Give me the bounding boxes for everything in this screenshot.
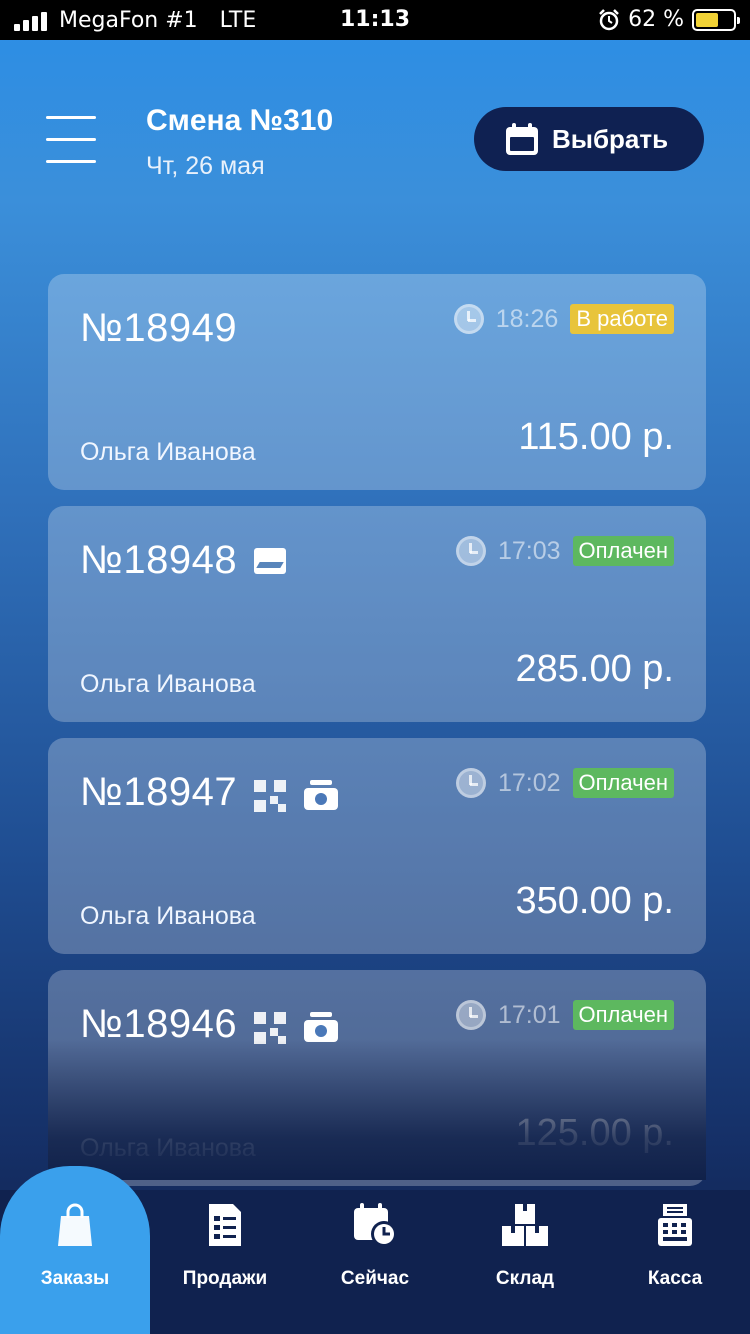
calendar-clock-icon xyxy=(354,1203,397,1247)
cash-icon xyxy=(304,1012,338,1042)
order-time: 17:03 xyxy=(497,536,561,565)
status-right: 62 % xyxy=(598,7,740,32)
tab-now[interactable]: Сейчас xyxy=(300,1190,450,1334)
tab-label: Продажи xyxy=(182,1268,268,1289)
order-number: №18949 xyxy=(80,306,238,350)
cash-register-icon xyxy=(658,1204,692,1246)
clock-icon xyxy=(455,536,486,566)
shopping-bag-icon xyxy=(58,1203,92,1246)
clock-icon xyxy=(455,1000,486,1030)
app-header: Смена №310 Чт, 26 мая Выбрать xyxy=(0,40,750,240)
shift-title: Смена №310 xyxy=(146,104,334,137)
receipt-icon xyxy=(209,1204,241,1246)
status-badge: Оплачен xyxy=(572,1000,674,1030)
qr-icon xyxy=(254,1012,286,1044)
order-time: 17:02 xyxy=(497,768,561,797)
order-time-status: 17:01 Оплачен xyxy=(455,1000,674,1030)
active-tab-highlight xyxy=(0,1166,150,1334)
order-amount: 125.00 р. xyxy=(515,1112,674,1154)
battery-icon xyxy=(692,8,740,31)
tab-label: Касса xyxy=(647,1268,703,1289)
order-card[interactable]: №18946 17:01 Оплачен Ольга Иванова 125.0… xyxy=(48,970,706,1186)
tab-label: Склад xyxy=(495,1268,555,1289)
payment-icons xyxy=(254,1012,338,1044)
alarm-icon xyxy=(599,8,619,30)
order-time-status: 17:03 Оплачен xyxy=(455,536,674,566)
card-icon xyxy=(254,548,286,574)
qr-icon xyxy=(254,780,286,812)
customer-name: Ольга Иванова xyxy=(80,902,256,930)
customer-name: Ольга Иванова xyxy=(80,670,256,698)
order-number: №18948 xyxy=(80,538,238,582)
tab-sales[interactable]: Продажи xyxy=(150,1190,300,1334)
order-amount: 350.00 р. xyxy=(515,880,674,922)
select-date-button[interactable]: Выбрать xyxy=(474,107,704,171)
status-badge: Оплачен xyxy=(572,536,674,566)
order-amount: 115.00 р. xyxy=(518,416,674,458)
order-card[interactable]: №18947 17:02 Оплачен Ольга Иванова 350.0… xyxy=(48,738,706,954)
tab-label: Сейчас xyxy=(340,1268,410,1289)
customer-name: Ольга Иванова xyxy=(80,1134,256,1162)
payment-icons xyxy=(254,780,338,812)
order-time-status: 17:02 Оплачен xyxy=(455,768,674,798)
payment-icons xyxy=(254,548,286,574)
status-badge: В работе xyxy=(570,304,674,334)
tab-label: Заказы xyxy=(40,1268,110,1289)
customer-name: Ольга Иванова xyxy=(80,438,256,466)
boxes-icon xyxy=(502,1204,548,1246)
shift-date: Чт, 26 мая xyxy=(146,152,265,180)
calendar-icon xyxy=(506,123,538,155)
order-card[interactable]: №18948 17:03 Оплачен Ольга Иванова 285.0… xyxy=(48,506,706,722)
order-card[interactable]: №18949 18:26 В работе Ольга Иванова 115.… xyxy=(48,274,706,490)
order-time-status: 18:26 В работе xyxy=(453,304,674,334)
order-amount: 285.00 р. xyxy=(515,648,674,690)
order-time: 18:26 xyxy=(495,304,559,333)
tab-cash-register[interactable]: Касса xyxy=(600,1190,750,1334)
order-time: 17:01 xyxy=(497,1000,561,1029)
order-list: №18949 18:26 В работе Ольга Иванова 115.… xyxy=(48,274,706,1202)
cash-icon xyxy=(304,780,338,810)
tab-warehouse[interactable]: Склад xyxy=(450,1190,600,1334)
hamburger-menu-icon[interactable] xyxy=(46,112,98,168)
select-button-label: Выбрать xyxy=(552,123,669,154)
bottom-tab-bar: Заказы Продажи Сейчас Склад Касса xyxy=(0,1166,750,1334)
status-bar: MegaFon #1 LTE 11:13 62 % xyxy=(0,0,750,40)
order-number: №18947 xyxy=(80,770,238,814)
battery-percent: 62 % xyxy=(628,7,684,32)
tab-orders[interactable]: Заказы xyxy=(0,1166,150,1334)
clock-icon xyxy=(453,304,484,334)
status-badge: Оплачен xyxy=(572,768,674,798)
order-number: №18946 xyxy=(80,1002,238,1046)
clock-icon xyxy=(455,768,486,798)
